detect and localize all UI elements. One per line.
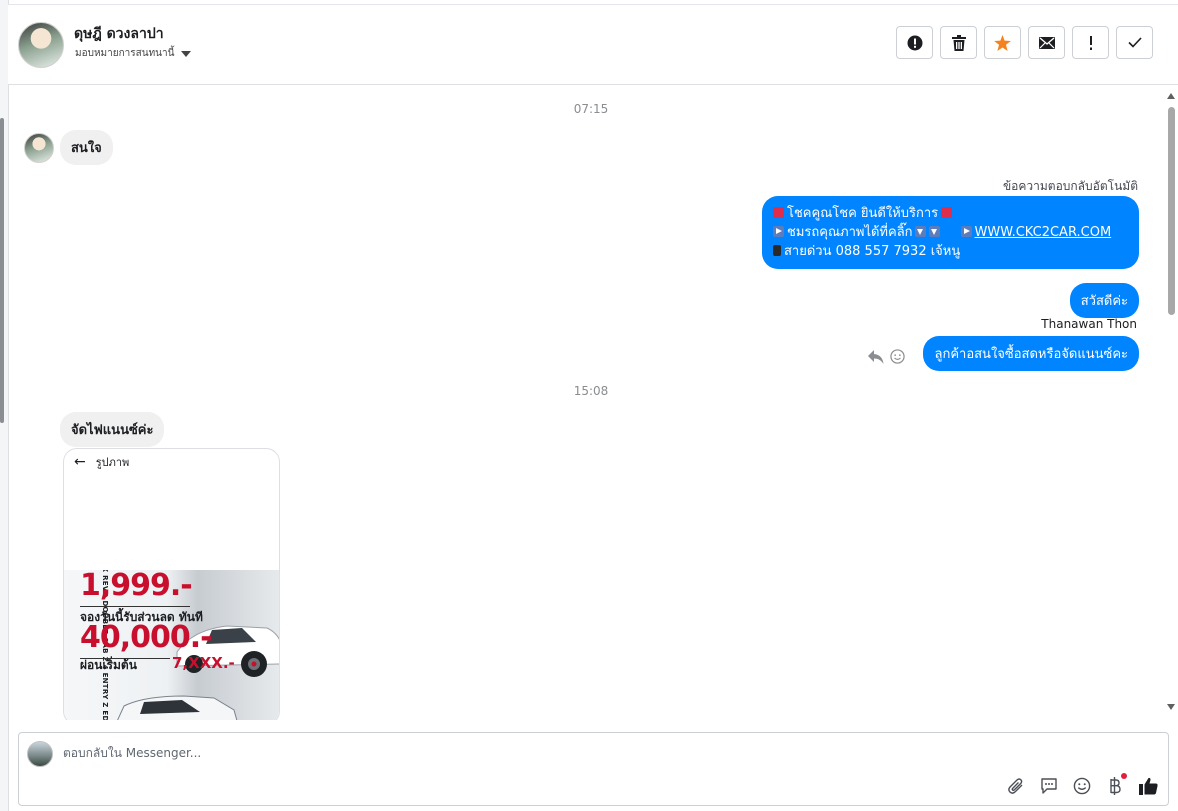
promo-image: HILUX REVO DOUBLE CAB 2.4 ENTRY Z EDITIO… [64,570,279,720]
image-topbar-label: รูปภาพ [95,456,130,469]
emoji-button[interactable] [1072,776,1092,796]
alert-circle-icon [907,35,922,50]
contact-name[interactable]: ดุษฎี ดวงลาปา [74,23,164,45]
thread-scrollbar[interactable] [1165,90,1178,715]
done-button[interactable] [1116,26,1153,59]
down-arrow-emoji-icon [928,226,940,237]
assign-conversation-dropdown[interactable]: มอบหมายการสนทนานี้ [75,46,192,61]
auto-reply-line3: สายด่วน 088 557 7932 เจ้หนู [784,244,961,259]
promo-price-3: 7,XXX.- [172,654,235,672]
scrollbar-thumb[interactable] [1168,107,1175,315]
saved-reply-icon [1041,778,1057,794]
promo-price-1: 1,999.- [80,570,193,603]
truck-image [117,695,238,720]
header-actions [896,26,1153,59]
mark-unread-button[interactable] [1028,26,1065,59]
message-composer [18,732,1169,806]
check-icon [1127,37,1142,48]
envelope-icon [1038,36,1055,49]
notification-dot [1121,773,1127,779]
sender-name: Thanawan Thon [1041,317,1137,331]
outgoing-message[interactable]: ลูกค้าอสนใจซื้อสดหรือจัดแนนซ์คะ [923,336,1139,371]
incoming-message[interactable]: จัดไฟแนนซ์ค่ะ [60,412,165,447]
caret-down-icon [181,50,192,57]
attach-button[interactable] [1006,776,1026,796]
delete-button[interactable] [940,26,977,59]
composer-tools [1006,773,1158,796]
page-avatar [27,741,53,767]
timestamp: 07:15 [573,102,609,116]
saved-replies-button[interactable] [1039,776,1059,796]
trash-icon [951,34,966,51]
auto-reply-label: ข้อความตอบกลับอัตโนมัติ [1002,179,1138,193]
image-attachment[interactable]: ← รูปภาพ HILUX REVO DOUBLE CAB 2.4 ENTRY… [63,448,280,720]
left-panel-scrollbar[interactable] [0,118,4,423]
outgoing-message[interactable]: สวัสดีค่ะ [1069,283,1139,318]
spam-button[interactable] [896,26,933,59]
like-button[interactable] [1138,776,1158,796]
website-link[interactable]: WWW.CKC2CAR.COM [975,225,1112,240]
divider [80,606,190,607]
promo-text-2: ผ่อนเริ่มต้น [80,658,137,672]
reply-input[interactable] [63,746,963,760]
image-topbar: ← รูปภาพ [64,449,279,475]
reply-icon[interactable] [868,349,884,364]
promo-price-2: 40,000.- [80,620,213,655]
message-hover-actions [868,349,905,364]
contact-avatar[interactable] [18,22,64,68]
paperclip-icon [1008,778,1023,794]
timestamp: 15:08 [573,384,609,398]
priority-button[interactable] [1072,26,1109,59]
payment-icon [1110,777,1121,795]
play-emoji-icon [773,226,784,237]
payment-button[interactable] [1105,773,1127,796]
exclamation-icon [1089,35,1092,50]
star-button[interactable] [984,26,1021,59]
down-arrow-emoji-icon [914,226,926,237]
auto-reply-line1: โชคคูณโชค ยินดีให้บริการ [787,206,939,221]
play-emoji-icon [960,226,972,237]
emoji-icon [1073,777,1091,795]
auto-reply-message[interactable]: โชคคูณโชค ยินดีให้บริการ ชมรถคุณภาพได้ที… [762,196,1139,269]
incoming-message[interactable]: สนใจ [60,130,113,165]
react-emoji-icon[interactable] [890,349,905,364]
conversation-header: ดุษฎี ดวงลาปา มอบหมายการสนทนานี้ [8,5,1178,85]
red-square-emoji-icon [941,207,953,218]
assign-label: มอบหมายการสนทนานี้ [75,48,175,59]
auto-reply-line2: ชมรถคุณภาพได้ที่คลิ๊ก [787,225,913,240]
scroll-up-icon[interactable] [1167,93,1175,99]
arrow-left-icon: ← [74,454,86,470]
phone-emoji-icon [773,245,781,256]
scroll-down-icon[interactable] [1167,704,1175,710]
promo-side-text: HILUX REVO DOUBLE CAB 2.4 ENTRY Z EDITIO… [100,570,109,720]
message-thread[interactable]: 07:15 สนใจ ข้อความตอบกลับอัตโนมัติ โชคคู… [8,85,1165,720]
like-icon [1138,777,1158,795]
red-square-emoji-icon [773,207,784,218]
contact-avatar-small[interactable] [24,133,54,163]
star-icon [994,34,1011,51]
